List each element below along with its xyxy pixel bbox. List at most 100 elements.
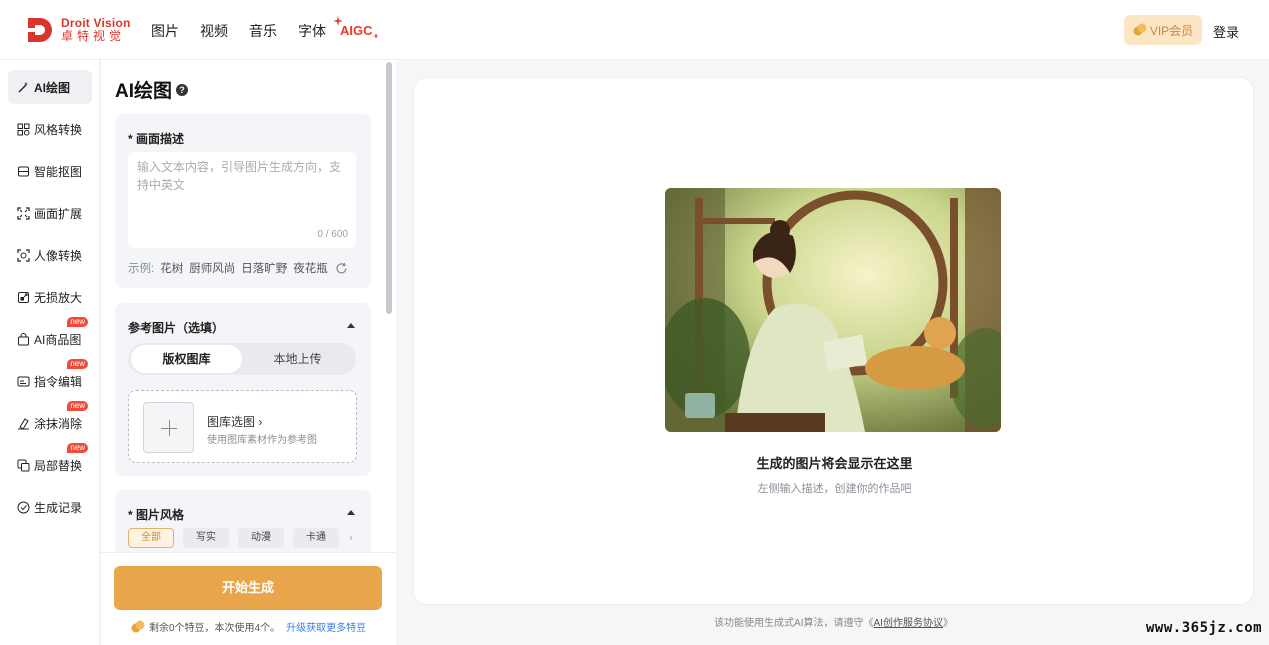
vip-button[interactable]: VIP会员 (1124, 15, 1202, 45)
expand-icon (17, 206, 30, 220)
help-icon[interactable]: ? (176, 83, 189, 96)
nav-item-video[interactable]: 视频 (200, 21, 228, 41)
preview-subtitle: 左侧输入描述，创建你的作品吧 (757, 483, 912, 495)
watermark: www.365jz.com (1146, 620, 1263, 636)
upgrade-link[interactable]: 升级获取更多特豆 (286, 619, 366, 634)
terms-link[interactable]: AI创作服务协议 (874, 618, 943, 629)
sidebar-item-instruction-edit[interactable]: 指令编辑 new (8, 359, 92, 398)
scroll-thumb[interactable] (386, 62, 392, 314)
terms-suffix: 》 (942, 618, 953, 629)
reference-label: 参考图片（选填） (128, 321, 225, 335)
logo-chinese: 卓特视觉 (61, 29, 126, 43)
login-link[interactable]: 登录 (1213, 22, 1239, 41)
tab-local-upload[interactable]: 本地上传 (242, 345, 353, 373)
style-chip-all[interactable]: 全部 (128, 528, 174, 548)
example-chip[interactable]: 花树 (160, 260, 183, 276)
panel-title-text: AI绘图 (115, 81, 173, 102)
image-edit-icon (17, 376, 30, 386)
sidebar-item-upscale[interactable]: 无损放大 (8, 280, 92, 314)
sidebar-item-label: 局部替换 (34, 458, 83, 473)
panel-scrollbar[interactable] (385, 62, 393, 552)
style-chip-realistic[interactable]: 写实 (183, 528, 229, 548)
upscale-icon (18, 291, 29, 303)
collapse-caret-icon[interactable] (347, 323, 355, 328)
char-counter: 0 / 600 (317, 229, 348, 240)
sidebar-item-label: 生成记录 (34, 500, 83, 515)
terms-prefix: 该功能使用生成式AI算法，请遵守《 (714, 618, 874, 629)
picker-title: 图库选图 › (207, 415, 263, 429)
reference-source-tabs: 版权图库 本地上传 (128, 343, 356, 375)
sidebar-item-cutout[interactable]: 智能抠图 (8, 154, 92, 188)
sidebar-item-replace[interactable]: 局部替换 new (8, 443, 92, 482)
sidebar-item-label: 涂抹消除 (34, 416, 83, 431)
plus-icon (143, 402, 194, 453)
tab-library[interactable]: 版权图库 (131, 345, 242, 373)
logo[interactable]: Droit Vision 卓特视觉 (26, 16, 131, 44)
top-header: Droit Vision 卓特视觉 图片 视频 音乐 字体 AIGC VIP会员… (0, 0, 1269, 60)
sidebar-item-history[interactable]: 生成记录 (8, 490, 92, 524)
sidebar-item-ai-product[interactable]: AI商品图 new (8, 317, 92, 356)
example-chip[interactable]: 日落旷野 (241, 260, 287, 276)
panel-title: AI绘图 ? (115, 76, 189, 103)
style-chip-anime[interactable]: 动漫 (238, 528, 284, 548)
aigc-label: AIGC (340, 23, 373, 38)
grid-icon (17, 123, 30, 135)
sidebar-item-expand[interactable]: 画面扩展 (8, 196, 92, 230)
sidebar-item-ai-drawing[interactable]: AI绘图 (8, 70, 92, 104)
shopping-bag-icon (18, 332, 29, 345)
face-scan-icon (17, 248, 30, 262)
logo-text: Droit Vision 卓特视觉 (61, 17, 131, 43)
example-chip[interactable]: 厨师风尚 (189, 260, 235, 276)
picker-subtitle: 使用图库素材作为参考图 (207, 435, 317, 446)
control-panel: AI绘图 ? * 画面描述 输入文本内容，引导图片生成方向，支持中英文 0 / … (101, 60, 396, 645)
style-card: * 图片风格 全部 写实 动漫 卡通 › (115, 490, 371, 560)
example-chip[interactable]: 夜花瓶 (293, 260, 328, 276)
style-chip-cartoon[interactable]: 卡通 (293, 528, 339, 548)
quota-text: 剩余0个特豆，本次使用4个。 (149, 623, 281, 634)
coin-icon (1133, 23, 1147, 36)
style-chips: 全部 写实 动漫 卡通 › (128, 528, 353, 548)
nav-item-aigc[interactable]: AIGC (330, 14, 382, 42)
eraser-icon (18, 417, 29, 430)
sidebar-item-label: 指令编辑 (34, 374, 83, 389)
chevron-right-icon[interactable]: › (349, 532, 353, 544)
prompt-input[interactable]: 输入文本内容，引导图片生成方向，支持中英文 0 / 600 (128, 152, 356, 248)
sidebar-item-label: AI绘图 (34, 80, 71, 95)
nav-item-music[interactable]: 音乐 (249, 21, 277, 41)
style-label: * 图片风格 (128, 508, 185, 522)
nav-item-images[interactable]: 图片 (151, 21, 179, 41)
sample-illustration (665, 188, 1001, 432)
library-picker[interactable]: 图库选图 › 使用图库素材作为参考图 (128, 390, 357, 463)
new-badge: new (67, 359, 88, 369)
sidebar-item-style-transfer[interactable]: 风格转换 (8, 112, 92, 146)
sidebar-item-portrait[interactable]: 人像转换 (8, 238, 92, 272)
magic-wand-icon (18, 81, 29, 92)
sample-illustration-art (665, 188, 1001, 432)
prompt-placeholder: 输入文本内容，引导图片生成方向，支持中英文 (137, 160, 342, 192)
check-circle-icon (17, 501, 30, 513)
preview-title: 生成的图片将会显示在这里 (756, 456, 913, 471)
chevron-right-icon: › (258, 415, 263, 429)
sidebar-item-label: 智能抠图 (34, 164, 83, 179)
coin-icon (131, 620, 145, 632)
nav-item-fonts[interactable]: 字体 (298, 21, 326, 41)
generate-button[interactable]: 开始生成 (114, 566, 382, 610)
new-badge: new (67, 401, 88, 411)
sidebar-item-label: 人像转换 (34, 248, 83, 263)
examples-label: 示例: (128, 263, 155, 275)
replace-icon (17, 459, 30, 471)
sidebar-item-erase[interactable]: 涂抹消除 new (8, 401, 92, 440)
prompt-examples: 示例: 花树 厨师风尚 日落旷野 夜花瓶 (128, 260, 348, 276)
collapse-caret-icon[interactable] (347, 510, 355, 515)
reference-card: 参考图片（选填） 版权图库 本地上传 图库选图 › 使用图库素材作为参考图 (115, 303, 371, 476)
prompt-card: * 画面描述 输入文本内容，引导图片生成方向，支持中英文 0 / 600 示例:… (115, 114, 371, 288)
prompt-label: * 画面描述 (128, 132, 185, 146)
new-badge: new (67, 317, 88, 327)
quota-info: 剩余0个特豆，本次使用4个。 升级获取更多特豆 (131, 619, 366, 634)
refresh-icon[interactable] (335, 262, 348, 275)
sidebar-item-label: 风格转换 (34, 122, 83, 137)
cutout-icon (18, 166, 29, 176)
terms-note: 该功能使用生成式AI算法，请遵守《AI创作服务协议》 (413, 614, 1254, 629)
panel-footer: 开始生成 剩余0个特豆，本次使用4个。 升级获取更多特豆 (101, 552, 396, 645)
sidebar-item-label: 画面扩展 (34, 206, 83, 221)
